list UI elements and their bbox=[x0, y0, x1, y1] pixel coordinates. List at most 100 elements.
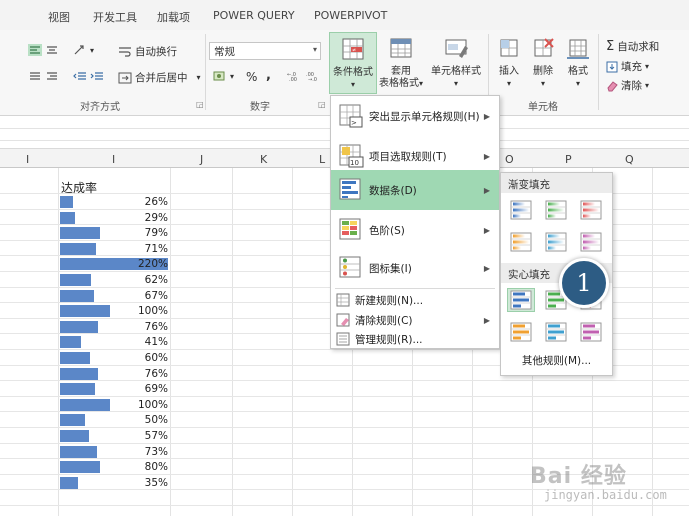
increase-indent-icon bbox=[90, 72, 103, 80]
gradient-databar-option-icon[interactable] bbox=[508, 199, 534, 221]
column-header-o[interactable]: O bbox=[505, 153, 514, 166]
increase-decimal-icon: ←.0.00 bbox=[287, 72, 297, 82]
ribbon-divider bbox=[205, 34, 206, 110]
cell-value[interactable]: 76% bbox=[118, 368, 168, 380]
svg-text:.00: .00 bbox=[289, 77, 297, 82]
cell-value[interactable]: 71% bbox=[118, 243, 168, 255]
cell-value[interactable]: 50% bbox=[118, 414, 168, 426]
number-format-select[interactable]: 常规 ▾ bbox=[209, 42, 321, 60]
table-format-label-1: 套用 bbox=[391, 66, 411, 77]
cell-value[interactable]: 79% bbox=[118, 227, 168, 239]
format-button[interactable]: 格式 ▾ bbox=[561, 36, 595, 90]
insert-button[interactable]: 插入 ▾ bbox=[493, 36, 525, 90]
data-bar bbox=[60, 461, 100, 474]
menu-item-label: 管理规则(R)... bbox=[355, 333, 423, 346]
cell-value[interactable]: 220% bbox=[118, 258, 168, 270]
currency-button[interactable]: ▾ bbox=[213, 70, 234, 82]
chevron-right-icon: ▶ bbox=[483, 111, 490, 121]
percent-button[interactable]: % bbox=[246, 70, 257, 84]
gradient-databar-option-icon[interactable] bbox=[578, 199, 604, 221]
cell-value[interactable]: 41% bbox=[118, 336, 168, 348]
delete-label: 删除 bbox=[533, 66, 553, 77]
cell-value[interactable]: 60% bbox=[118, 352, 168, 364]
solid-databar-option-icon[interactable] bbox=[578, 321, 604, 343]
cell-header-achievement-rate[interactable]: 达成率 bbox=[61, 179, 97, 196]
cell-value[interactable]: 67% bbox=[118, 290, 168, 302]
dialog-launcher-icon[interactable]: ◲ bbox=[196, 100, 204, 109]
decrease-indent-icon bbox=[73, 72, 86, 80]
cell-value[interactable]: 69% bbox=[118, 383, 168, 395]
cell-value[interactable]: 57% bbox=[118, 430, 168, 442]
column-header-k[interactable]: K bbox=[260, 153, 267, 166]
data-bar bbox=[60, 227, 100, 240]
column-header-left[interactable]: I bbox=[26, 153, 29, 166]
column-divider bbox=[58, 168, 59, 516]
tab-addins[interactable]: 加载项 bbox=[157, 9, 190, 25]
chevron-down-icon: ▾ bbox=[312, 45, 317, 54]
menu-item-new-rule[interactable]: 新建规则(N)... bbox=[331, 290, 499, 310]
tab-powerpivot[interactable]: POWERPIVOT bbox=[314, 9, 387, 22]
cell-value[interactable]: 62% bbox=[118, 274, 168, 286]
autosum-button[interactable]: Σ 自动求和 bbox=[606, 39, 659, 54]
sigma-icon: Σ bbox=[606, 39, 615, 54]
tab-power-query[interactable]: POWER QUERY bbox=[213, 9, 295, 22]
menu-item-highlight-rules[interactable]: > 突出显示单元格规则(H) ▶ bbox=[331, 96, 499, 136]
indent-buttons[interactable] bbox=[73, 70, 104, 82]
merge-center-button[interactable]: 合并后居中 ▾ bbox=[118, 70, 201, 85]
clear-button[interactable]: 清除 ▾ bbox=[606, 78, 649, 93]
svg-text:10: 10 bbox=[350, 159, 359, 167]
solid-databar-option-icon[interactable] bbox=[543, 321, 569, 343]
gradient-databar-option-icon[interactable] bbox=[578, 231, 604, 253]
gradient-databar-option-icon[interactable] bbox=[543, 199, 569, 221]
align-bottom-buttons[interactable] bbox=[28, 70, 59, 82]
gradient-databar-option-icon[interactable] bbox=[508, 231, 534, 253]
column-header-p[interactable]: P bbox=[565, 153, 572, 166]
wrap-text-icon bbox=[119, 46, 131, 57]
column-header-j[interactable]: J bbox=[200, 153, 203, 166]
column-divider bbox=[232, 168, 233, 516]
table-format-label-2: 表格格式 bbox=[378, 78, 419, 89]
menu-item-label: 色阶(S) bbox=[369, 224, 405, 237]
data-bar bbox=[60, 398, 110, 411]
merge-cells-icon bbox=[118, 72, 132, 83]
cell-styles-button[interactable]: 单元格样式 ▾ bbox=[428, 36, 484, 90]
data-bar bbox=[60, 274, 91, 286]
orientation-button[interactable]: ▾ bbox=[73, 44, 94, 56]
cell-value[interactable]: 26% bbox=[118, 196, 168, 208]
conditional-format-menu: > 突出显示单元格规则(H) ▶ 10 项目选取规则(T) ▶ 数据条(D) ▶… bbox=[330, 95, 500, 349]
group-label-cells: 单元格 bbox=[528, 102, 558, 113]
watermark-url: jingyan.baidu.com bbox=[544, 488, 667, 502]
column-header-i[interactable]: I bbox=[112, 153, 115, 166]
menu-item-icon-sets[interactable]: 图标集(I) ▶ bbox=[331, 248, 499, 288]
solid-databar-option-icon[interactable] bbox=[508, 321, 534, 343]
decrease-decimal-icon: .00→.0 bbox=[306, 72, 317, 82]
cell-value[interactable]: 100% bbox=[118, 305, 168, 317]
solid-databar-option-icon[interactable] bbox=[507, 288, 535, 312]
decimal-buttons[interactable]: ←.0.00 .00 →.0 bbox=[287, 70, 322, 82]
column-header-l[interactable]: L bbox=[319, 153, 325, 166]
menu-item-data-bars[interactable]: 数据条(D) ▶ bbox=[331, 170, 499, 210]
data-bar bbox=[60, 320, 98, 333]
align-top-button[interactable] bbox=[28, 44, 59, 56]
cell-value[interactable]: 100% bbox=[118, 399, 168, 411]
wrap-text-button[interactable]: 自动换行 bbox=[118, 44, 177, 59]
fill-button[interactable]: 填充 ▾ bbox=[606, 59, 649, 74]
cell-value[interactable]: 80% bbox=[118, 461, 168, 473]
tab-developer[interactable]: 开发工具 bbox=[93, 9, 137, 25]
menu-item-manage-rules[interactable]: 管理规则(R)... bbox=[331, 329, 499, 349]
dialog-launcher-icon[interactable]: ◲ bbox=[318, 100, 326, 109]
conditional-format-button[interactable]: ≠ 条件格式 ▾ bbox=[329, 32, 377, 94]
tab-view[interactable]: 视图 bbox=[48, 9, 70, 25]
menu-item-clear-rules[interactable]: 清除规则(C) ▶ bbox=[331, 310, 499, 330]
delete-button[interactable]: 删除 ▾ bbox=[527, 36, 559, 90]
format-as-table-button[interactable]: 套用 表格格式▾ bbox=[376, 36, 426, 90]
cell-value[interactable]: 73% bbox=[118, 446, 168, 458]
gradient-databar-option-icon[interactable] bbox=[543, 231, 569, 253]
menu-item-color-scales[interactable]: 色阶(S) ▶ bbox=[331, 210, 499, 250]
cell-value[interactable]: 35% bbox=[118, 477, 168, 489]
cell-value[interactable]: 29% bbox=[118, 212, 168, 224]
column-header-q[interactable]: Q bbox=[625, 153, 634, 166]
comma-button[interactable]: , bbox=[266, 68, 271, 83]
cell-value[interactable]: 76% bbox=[118, 321, 168, 333]
more-rules-item[interactable]: 其他规则(M)... bbox=[501, 353, 612, 368]
